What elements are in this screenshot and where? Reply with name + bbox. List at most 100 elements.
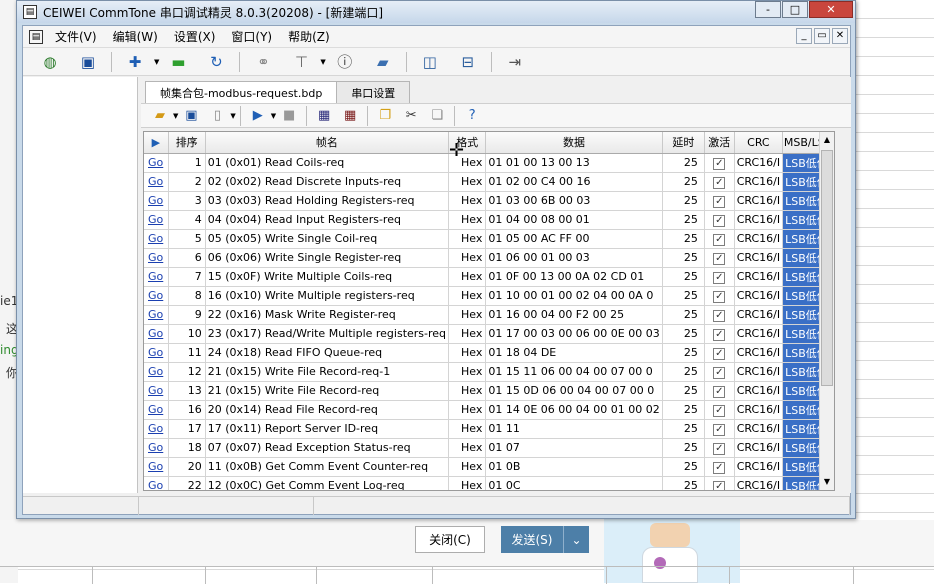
table-row[interactable]: Go 16 20 (0x14) Read File Record-req Hex 01 … — [144, 400, 834, 420]
go-link[interactable]: Go — [144, 153, 169, 173]
cell-crc[interactable]: CRC16/I — [734, 476, 784, 490]
cell-data[interactable]: 01 0B — [485, 457, 663, 477]
active-checkbox[interactable]: ✓ — [713, 480, 726, 490]
table-row[interactable]: Go 12 21 (0x15) Write File Record-req-1 Hex… — [144, 362, 834, 382]
table-row[interactable]: Go 17 17 (0x11) Report Server ID-req Hex 01 … — [144, 419, 834, 439]
minimize-button[interactable]: - — [755, 1, 781, 18]
cell-active[interactable]: ✓ — [704, 419, 735, 439]
active-checkbox[interactable]: ✓ — [713, 404, 726, 417]
cell-data[interactable]: 01 02 00 C4 00 16 — [485, 172, 663, 192]
frame-grid[interactable]: ▶ 排序 帧名 格式 数据 延时 激活 CRC MSB/LSB Go 1 01 (0… — [143, 131, 835, 491]
go-link[interactable]: Go — [144, 362, 169, 382]
table-row[interactable]: Go 5 05 (0x05) Write Single Coil-req Hex 01 … — [144, 229, 834, 249]
cell-crc[interactable]: CRC16/I — [734, 457, 784, 477]
cell-data[interactable]: 01 14 0E 06 00 04 00 01 00 02 — [485, 400, 663, 420]
menu-edit[interactable]: 编辑(W) — [105, 28, 166, 45]
cell-active[interactable]: ✓ — [704, 324, 735, 344]
active-checkbox[interactable]: ✓ — [713, 442, 726, 455]
cell-name[interactable]: 22 (0x16) Mask Write Register-req — [205, 305, 450, 325]
scroll-down-icon[interactable]: ▼ — [820, 474, 834, 490]
go-link[interactable]: Go — [144, 267, 169, 287]
stop-icon[interactable]: ■ — [279, 106, 299, 126]
cell-name[interactable]: 07 (0x07) Read Exception Status-req — [205, 438, 450, 458]
cell-delay[interactable]: 25 — [662, 324, 705, 344]
scroll-thumb[interactable] — [821, 150, 833, 386]
cell-crc[interactable]: CRC16/I — [734, 362, 784, 382]
menu-file[interactable]: 文件(V) — [47, 28, 105, 45]
cell-name[interactable]: 20 (0x14) Read File Record-req — [205, 400, 450, 420]
cell-active[interactable]: ✓ — [704, 286, 735, 306]
cell-data[interactable]: 01 07 — [485, 438, 663, 458]
mdi-minimize-button[interactable]: _ — [796, 28, 812, 44]
table-row[interactable]: Go 20 11 (0x0B) Get Comm Event Counter-req… — [144, 457, 834, 477]
tab-serial-settings[interactable]: 串口设置 — [336, 81, 411, 103]
menu-help[interactable]: 帮助(Z) — [280, 28, 338, 45]
cell-format[interactable]: Hex — [448, 438, 487, 458]
go-link[interactable]: Go — [144, 305, 169, 325]
cell-name[interactable]: 05 (0x05) Write Single Coil-req — [205, 229, 450, 249]
cell-format[interactable]: Hex — [448, 229, 487, 249]
cell-name[interactable]: 11 (0x0B) Get Comm Event Counter-req — [205, 457, 450, 477]
active-checkbox[interactable]: ✓ — [713, 271, 726, 284]
active-checkbox[interactable]: ✓ — [713, 290, 726, 303]
cell-crc[interactable]: CRC16/I — [734, 210, 784, 230]
help-icon[interactable]: ? — [462, 106, 482, 126]
table-row[interactable]: Go 1 01 (0x01) Read Coils-req Hex 01 01 00 1… — [144, 153, 834, 173]
grid-b-icon[interactable]: ▦ — [340, 106, 360, 126]
cell-data[interactable]: 01 0F 00 13 00 0A 02 CD 01 — [485, 267, 663, 287]
cell-name[interactable]: 06 (0x06) Write Single Register-req — [205, 248, 450, 268]
cell-format[interactable]: Hex — [448, 191, 487, 211]
cell-active[interactable]: ✓ — [704, 343, 735, 363]
active-checkbox[interactable]: ✓ — [713, 214, 726, 227]
cell-delay[interactable]: 25 — [662, 248, 705, 268]
cell-name[interactable]: 21 (0x15) Write File Record-req-1 — [205, 362, 450, 382]
cell-data[interactable]: 01 04 00 08 00 01 — [485, 210, 663, 230]
globe-icon[interactable]: ◍ — [39, 51, 61, 73]
cell-delay[interactable]: 25 — [662, 400, 705, 420]
cell-delay[interactable]: 25 — [662, 438, 705, 458]
copy-icon[interactable]: ❐ — [375, 106, 395, 126]
active-checkbox[interactable]: ✓ — [713, 461, 726, 474]
cell-delay[interactable]: 25 — [662, 381, 705, 401]
cell-delay[interactable]: 25 — [662, 172, 705, 192]
cell-active[interactable]: ✓ — [704, 305, 735, 325]
cell-crc[interactable]: CRC16/I — [734, 419, 784, 439]
cell-name[interactable]: 17 (0x11) Report Server ID-req — [205, 419, 450, 439]
cell-crc[interactable]: CRC16/I — [734, 267, 784, 287]
menu-settings[interactable]: 设置(X) — [166, 28, 224, 45]
cell-data[interactable]: 01 17 00 03 00 06 00 0E 00 03 — [485, 324, 663, 344]
play-icon[interactable]: ▶ — [248, 106, 268, 126]
vertical-scrollbar[interactable]: ▲ ▼ — [819, 132, 834, 490]
table-row[interactable]: Go 13 21 (0x15) Write File Record-req Hex 01… — [144, 381, 834, 401]
cell-crc[interactable]: CRC16/I — [734, 343, 784, 363]
table-row[interactable]: Go 3 03 (0x03) Read Holding Registers-req H… — [144, 191, 834, 211]
cell-data[interactable]: 01 15 11 06 00 04 00 07 00 0 — [485, 362, 663, 382]
go-link[interactable]: Go — [144, 324, 169, 344]
cell-format[interactable]: Hex — [448, 267, 487, 287]
active-checkbox[interactable]: ✓ — [713, 157, 726, 170]
cell-format[interactable]: Hex — [448, 210, 487, 230]
cell-active[interactable]: ✓ — [704, 457, 735, 477]
cell-name[interactable]: 03 (0x03) Read Holding Registers-req — [205, 191, 450, 211]
cell-delay[interactable]: 25 — [662, 153, 705, 173]
binoculars-icon[interactable]: ⚭ — [252, 51, 274, 73]
tab-frame-collection[interactable]: 帧集合包-modbus-request.bdp — [145, 81, 338, 103]
cell-delay[interactable]: 25 — [662, 362, 705, 382]
cell-data[interactable]: 01 06 00 01 00 03 — [485, 248, 663, 268]
cell-name[interactable]: 12 (0x0C) Get Comm Event Log-req — [205, 476, 450, 490]
maximize-button[interactable]: □ — [782, 1, 808, 18]
cell-active[interactable]: ✓ — [704, 210, 735, 230]
add-icon[interactable]: ✚ — [124, 51, 146, 73]
cell-format[interactable]: Hex — [448, 362, 487, 382]
active-checkbox[interactable]: ✓ — [713, 309, 726, 322]
cell-data[interactable]: 01 01 00 13 00 13 — [485, 153, 663, 173]
cell-name[interactable]: 02 (0x02) Read Discrete Inputs-req — [205, 172, 450, 192]
go-link[interactable]: Go — [144, 457, 169, 477]
cell-format[interactable]: Hex — [448, 476, 487, 490]
cell-active[interactable]: ✓ — [704, 476, 735, 490]
exit-icon[interactable]: ⇥ — [504, 51, 526, 73]
cell-delay[interactable]: 25 — [662, 476, 705, 490]
book-icon[interactable]: ▰ — [372, 51, 394, 73]
cell-delay[interactable]: 25 — [662, 457, 705, 477]
table-row[interactable]: Go 2 02 (0x02) Read Discrete Inputs-req Hex… — [144, 172, 834, 192]
